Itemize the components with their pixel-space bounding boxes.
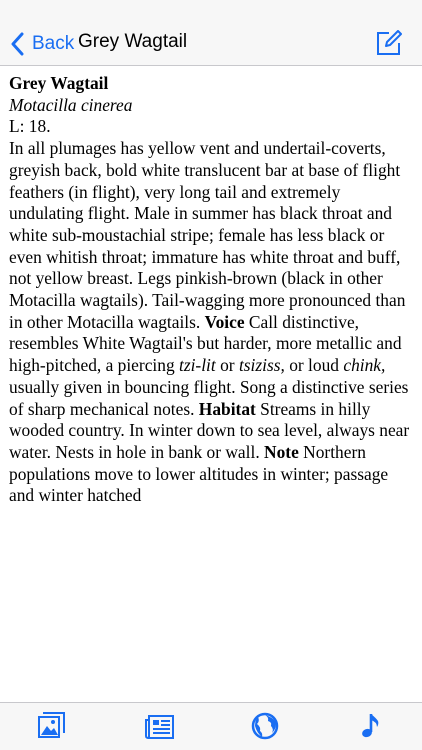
compose-icon — [377, 30, 402, 55]
tab-sound[interactable] — [356, 711, 386, 741]
navigation-bar: Back Grey Wagtail — [0, 0, 422, 66]
voice-or: or — [220, 355, 235, 376]
call-tzi-lit: tzi-lit — [179, 355, 216, 376]
back-button[interactable]: Back — [10, 28, 74, 60]
compose-button[interactable] — [376, 30, 402, 56]
species-description: In all plumages has yellow vent and unde… — [9, 138, 413, 507]
tab-list[interactable] — [145, 711, 175, 741]
call-chink: chink, — [343, 355, 386, 376]
list-icon — [145, 715, 174, 739]
page-title: Grey Wagtail — [78, 31, 188, 52]
habitat-heading: Habitat — [198, 398, 256, 419]
image-icon — [38, 712, 65, 738]
globe-icon — [251, 712, 279, 740]
note-heading: Note — [264, 441, 299, 462]
species-entry: Grey Wagtail Motacilla cinerea L: 18. In… — [9, 73, 413, 507]
tab-image[interactable] — [37, 711, 67, 741]
voice-heading: Voice — [204, 311, 245, 332]
tab-bar — [0, 702, 422, 750]
call-tsiziss: tsiziss, — [238, 355, 285, 376]
species-latin-name: Motacilla cinerea — [9, 94, 133, 115]
chevron-left-icon — [11, 32, 24, 56]
species-name: Grey Wagtail — [9, 73, 109, 93]
tab-globe[interactable] — [250, 711, 280, 741]
music-note-icon — [362, 714, 379, 738]
species-length: L: 18. — [9, 116, 51, 137]
description-text: In all plumages has yellow vent and unde… — [9, 138, 406, 332]
voice-or-loud: or loud — [289, 355, 339, 376]
back-label: Back — [32, 33, 75, 54]
